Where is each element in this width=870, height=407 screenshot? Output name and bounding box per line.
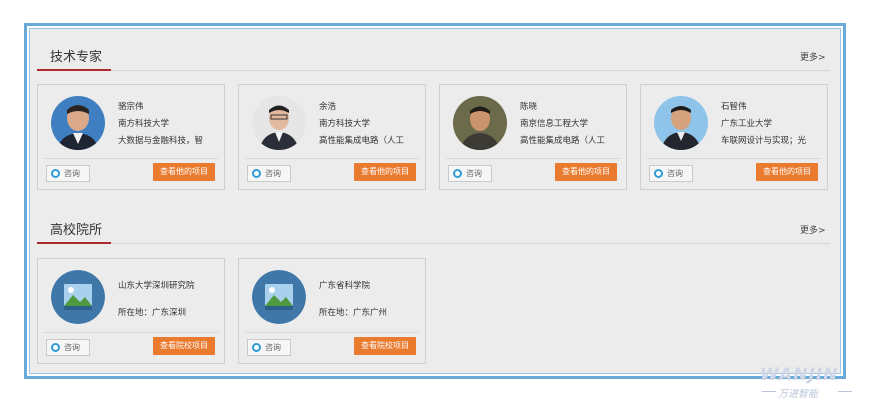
- chat-icon: [252, 343, 261, 352]
- expert-name: 骆宗伟: [118, 102, 144, 112]
- expert-org: 南京信息工程大学: [520, 119, 589, 129]
- expert-org: 广东工业大学: [721, 119, 773, 129]
- expert-org: 南方科技大学: [319, 119, 371, 129]
- institute-card[interactable]: 山东大学深圳研究院 所在地：广东深圳 咨询 查看院校项目: [37, 258, 225, 364]
- experts-title-underline: [37, 69, 111, 71]
- consult-button[interactable]: 咨询: [448, 165, 492, 182]
- consult-button[interactable]: 咨询: [247, 165, 291, 182]
- institute-location: 所在地：广东广州: [319, 308, 388, 318]
- expert-avatar: [51, 96, 105, 150]
- chat-icon: [252, 169, 261, 178]
- card-separator: [647, 158, 821, 159]
- chat-icon: [453, 169, 462, 178]
- institute-name: 山东大学深圳研究院: [118, 281, 195, 291]
- institutes-title-underline: [37, 242, 111, 244]
- institute-card[interactable]: 广东省科学院 所在地：广东广州 咨询 查看院校项目: [238, 258, 426, 364]
- chat-icon: [51, 169, 60, 178]
- expert-name: 陈晓: [520, 102, 538, 112]
- experts-more-link[interactable]: 更多>: [800, 50, 826, 63]
- view-projects-button[interactable]: 查看他的项目: [756, 163, 818, 181]
- expert-field: 车联网设计与实现；光: [721, 136, 807, 146]
- expert-field: 大数据与金融科技，智: [118, 136, 204, 146]
- card-separator: [245, 158, 419, 159]
- chat-icon: [654, 169, 663, 178]
- expert-field: 高性能集成电路（人工: [520, 136, 606, 146]
- consult-button[interactable]: 咨询: [649, 165, 693, 182]
- institute-location: 所在地：广东深圳: [118, 308, 187, 318]
- view-projects-button[interactable]: 查看他的项目: [354, 163, 416, 181]
- expert-avatar: [654, 96, 708, 150]
- view-institute-projects-button[interactable]: 查看院校项目: [153, 337, 215, 355]
- expert-card[interactable]: 陈晓 南京信息工程大学 高性能集成电路（人工 咨询 查看他的项目: [439, 84, 627, 190]
- expert-card[interactable]: 余浩 南方科技大学 高性能集成电路（人工 咨询 查看他的项目: [238, 84, 426, 190]
- expert-field: 高性能集成电路（人工: [319, 136, 405, 146]
- consult-button[interactable]: 咨询: [46, 339, 90, 356]
- card-separator: [245, 332, 419, 333]
- watermark-logo: WANJIN 万进智能: [760, 365, 864, 401]
- watermark-brand: WANJIN: [760, 365, 839, 385]
- expert-avatar: [252, 96, 306, 150]
- view-projects-button[interactable]: 查看他的项目: [153, 163, 215, 181]
- institute-logo: [51, 270, 105, 324]
- consult-label: 咨询: [265, 169, 281, 178]
- expert-name: 石智伟: [721, 102, 747, 112]
- institutes-section-title: 高校院所: [50, 223, 103, 238]
- consult-button[interactable]: 咨询: [46, 165, 90, 182]
- view-institute-projects-button[interactable]: 查看院校项目: [354, 337, 416, 355]
- expert-name: 余浩: [319, 102, 337, 112]
- consult-label: 咨询: [64, 169, 80, 178]
- chat-icon: [51, 343, 60, 352]
- consult-label: 咨询: [64, 343, 80, 352]
- institute-logo: [252, 270, 306, 324]
- institute-name: 广东省科学院: [319, 281, 371, 291]
- experts-section-title: 技术专家: [50, 50, 103, 65]
- experts-divider: [111, 70, 830, 71]
- consult-label: 咨询: [466, 169, 482, 178]
- content-panel: 技术专家 更多> 骆宗伟 南方科技大学 大数据与金融科技，智 咨询 查看他的项目: [29, 28, 841, 374]
- consult-label: 咨询: [265, 343, 281, 352]
- card-separator: [44, 332, 218, 333]
- consult-label: 咨询: [667, 169, 683, 178]
- institutes-divider: [111, 243, 830, 244]
- consult-button[interactable]: 咨询: [247, 339, 291, 356]
- watermark-line-right: [838, 391, 852, 392]
- card-separator: [446, 158, 620, 159]
- expert-org: 南方科技大学: [118, 119, 170, 129]
- card-separator: [44, 158, 218, 159]
- watermark-line-left: [762, 391, 776, 392]
- expert-card[interactable]: 石智伟 广东工业大学 车联网设计与实现；光 咨询 查看他的项目: [640, 84, 828, 190]
- view-projects-button[interactable]: 查看他的项目: [555, 163, 617, 181]
- institutes-more-link[interactable]: 更多>: [800, 223, 826, 236]
- expert-card[interactable]: 骆宗伟 南方科技大学 大数据与金融科技，智 咨询 查看他的项目: [37, 84, 225, 190]
- expert-avatar: [453, 96, 507, 150]
- watermark-tagline: 万进智能: [778, 389, 818, 400]
